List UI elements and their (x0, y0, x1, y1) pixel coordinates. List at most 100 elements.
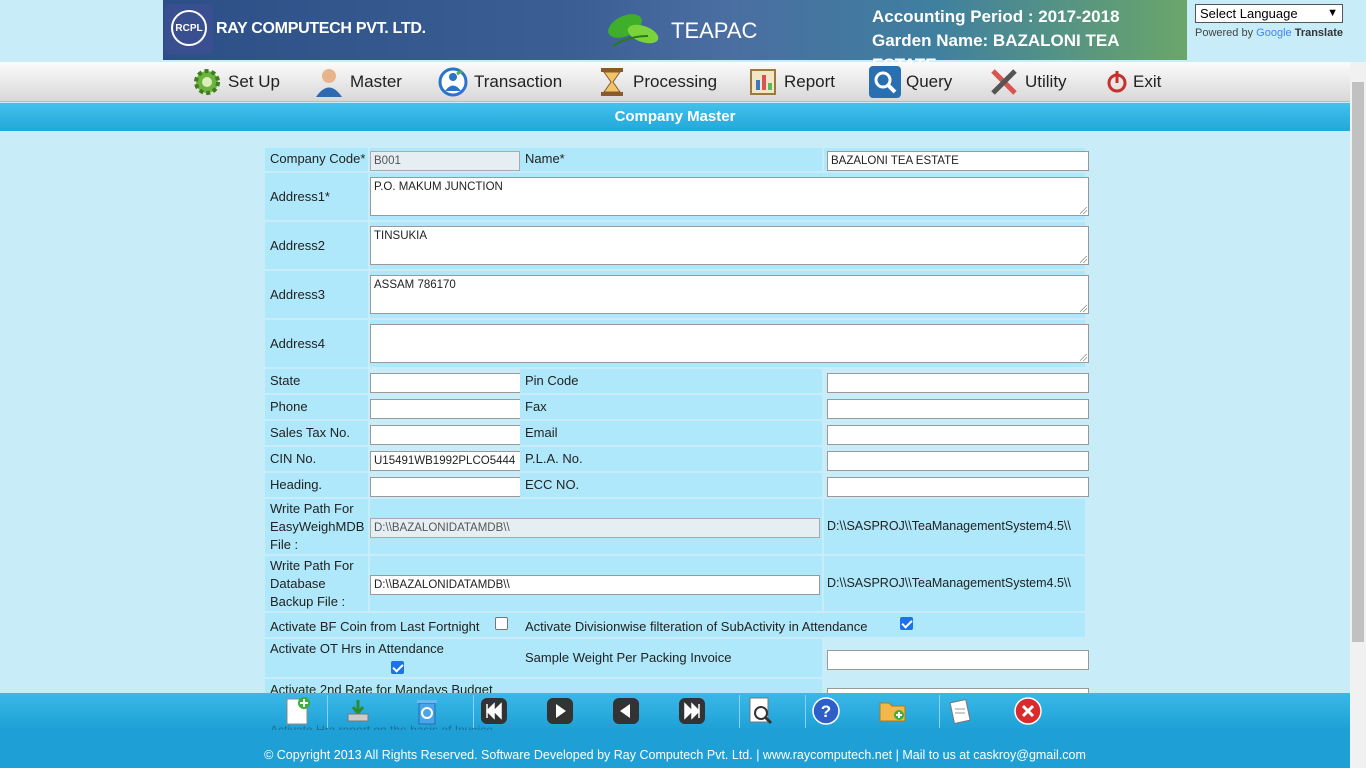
fax-field[interactable] (827, 399, 1089, 419)
language-select[interactable]: Select Language ▼ (1195, 4, 1343, 23)
app-name: TEAPAC (671, 18, 758, 43)
email-label: Email (520, 421, 822, 445)
menu-utility[interactable]: Utility (988, 62, 1067, 102)
pla-label: P.L.A. No. (520, 447, 822, 471)
transaction-icon (437, 66, 469, 98)
clear-icon[interactable] (943, 695, 977, 727)
first-record-icon[interactable] (477, 695, 511, 727)
menu-master[interactable]: Master (313, 62, 402, 102)
open-folder-icon[interactable] (876, 695, 910, 727)
address4-field[interactable] (370, 324, 1089, 363)
pin-code-field[interactable] (827, 373, 1089, 393)
header: RCPL RAY COMPUTECH PVT. LTD. TEAPAC Acco… (0, 0, 1366, 74)
address3-field[interactable]: ASSAM 786170 (370, 275, 1089, 314)
easyweigh-label-line2: EasyWeighMDB (270, 519, 365, 534)
powered-by-text: Powered by (1195, 27, 1254, 39)
menu-processing[interactable]: Processing (596, 62, 717, 102)
menu-report[interactable]: Report (747, 62, 835, 102)
menu-label: Report (784, 72, 836, 91)
company-logo: RCPL (165, 4, 213, 54)
sales-tax-label: Sales Tax No. (265, 421, 368, 445)
help-icon[interactable]: ? (809, 695, 843, 727)
page-title: Company Master (0, 103, 1350, 131)
menu-label: Processing (633, 72, 718, 91)
bf-coin-label: Activate BF Coin from Last Fortnight (265, 613, 520, 637)
ecc-label: ECC NO. (520, 473, 822, 497)
address1-field[interactable]: P.O. MAKUM JUNCTION (370, 177, 1089, 216)
phone-field[interactable] (370, 399, 522, 419)
backup-path-field[interactable]: D:\\BAZALONIDATAMDB\\ (370, 575, 820, 595)
menu-label: Master (350, 72, 402, 91)
menu-label: Transaction (474, 72, 563, 91)
backup-label-line1: Write Path For (270, 558, 354, 573)
user-icon (313, 66, 345, 98)
address2-field[interactable]: TINSUKIA (370, 226, 1089, 265)
backup-path-label: Write Path For Database Backup File : (265, 556, 368, 611)
record-toolbar: Activate Hra report on the basis of Invo… (0, 693, 1350, 737)
menu-exit[interactable]: Exit (1106, 62, 1161, 102)
menu-label: Utility (1025, 72, 1067, 91)
language-select-value: Select Language (1200, 6, 1298, 21)
tea-leaf-icon (608, 14, 659, 47)
menu-query[interactable]: Query (869, 62, 952, 102)
banner: RCPL RAY COMPUTECH PVT. LTD. TEAPAC Acco… (163, 0, 1187, 74)
previous-record-icon[interactable] (609, 695, 643, 727)
address4-label: Address4 (265, 320, 368, 367)
address3-label: Address3 (265, 271, 368, 318)
hourglass-icon (596, 66, 628, 98)
ot-hrs-checkbox[interactable] (391, 661, 404, 674)
delete-icon[interactable] (410, 695, 444, 727)
footer-copyright: © Copyright 2013 All Rights Reserved. So… (0, 730, 1350, 768)
last-record-icon[interactable] (675, 695, 709, 727)
tools-icon (988, 66, 1020, 98)
easyweigh-base-path: D:\\SASPROJ\\TeaManagementSystem4.5\\ (824, 499, 1085, 554)
company-code-field: B001 (370, 151, 520, 171)
accounting-period: Accounting Period : 2017-2018 (872, 7, 1120, 26)
translate-link[interactable]: Translate (1295, 27, 1343, 39)
pla-field[interactable] (827, 451, 1089, 471)
phone-label: Phone (265, 395, 368, 419)
company-name: RAY COMPUTECH PVT. LTD. (216, 20, 426, 37)
sample-weight-label: Sample Weight Per Packing Invoice (520, 639, 822, 677)
sales-tax-field[interactable] (370, 425, 522, 445)
scroll-thumb[interactable] (1352, 82, 1364, 642)
backup-label-line3: Backup File : (270, 594, 346, 609)
page-scrollbar[interactable] (1350, 62, 1366, 768)
chevron-down-icon: ▼ (1327, 7, 1338, 19)
easyweigh-path-label: Write Path For EasyWeighMDB File : (265, 499, 368, 554)
search-icon[interactable] (743, 695, 777, 727)
report-icon (747, 66, 779, 98)
name-field[interactable]: BAZALONI TEA ESTATE (827, 151, 1089, 171)
company-code-label: Company Code* (265, 148, 368, 171)
powered-by-google: Powered by Google Translate (1195, 27, 1343, 39)
menu-label: Exit (1133, 72, 1162, 91)
menu-transaction[interactable]: Transaction (437, 62, 562, 102)
heading-field[interactable] (370, 477, 522, 497)
sample-weight-field[interactable] (827, 650, 1089, 670)
menu-label: Query (906, 72, 953, 91)
ecc-field[interactable] (827, 477, 1089, 497)
gear-icon (191, 66, 223, 98)
logo-emblem: RCPL (171, 10, 207, 46)
close-icon[interactable] (1011, 695, 1045, 727)
save-icon[interactable] (341, 695, 375, 727)
cin-label: CIN No. (265, 447, 368, 471)
main-menu: Set Up Master Transaction Processing Rep… (0, 62, 1350, 102)
easyweigh-label-line3: File : (270, 537, 299, 552)
menu-setup[interactable]: Set Up (191, 62, 280, 102)
address2-label: Address2 (265, 222, 368, 269)
divisionwise-checkbox[interactable] (900, 617, 913, 630)
next-record-icon[interactable] (543, 695, 577, 727)
easyweigh-path-field: D:\\BAZALONIDATAMDB\\ (370, 518, 820, 538)
menu-label: Set Up (228, 72, 280, 91)
cin-field[interactable]: U15491WB1992PLCO5444 (370, 451, 522, 471)
fax-label: Fax (520, 395, 822, 419)
email-field[interactable] (827, 425, 1089, 445)
state-label: State (265, 369, 368, 393)
power-icon (1106, 66, 1128, 98)
bf-coin-checkbox[interactable] (495, 617, 508, 630)
backup-label-line2: Database (270, 576, 326, 591)
name-label: Name* (520, 148, 822, 171)
add-new-icon[interactable] (280, 695, 314, 727)
state-field[interactable] (370, 373, 522, 393)
